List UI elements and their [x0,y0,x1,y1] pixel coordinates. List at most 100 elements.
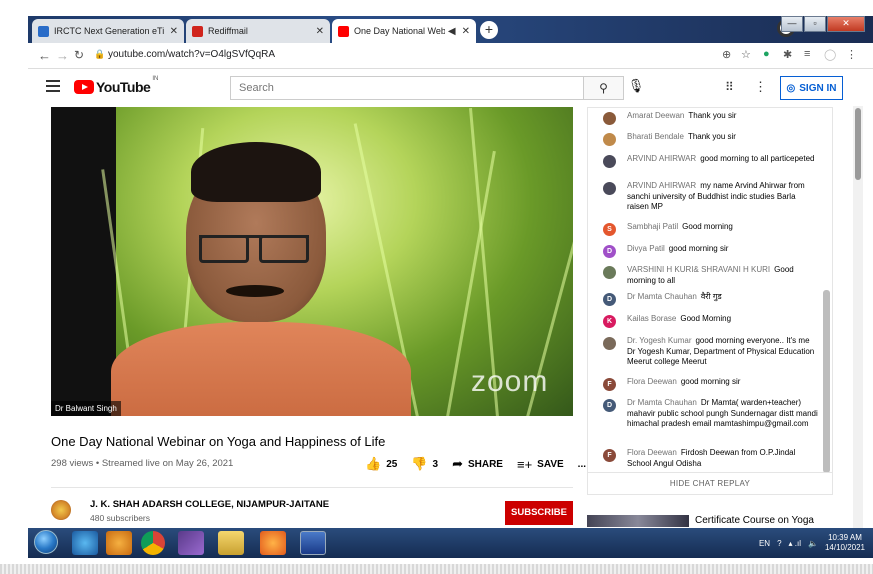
chat-message-text: Dr. Yogesh Kumar good morning everyone.. … [627,336,818,368]
chat-avatar[interactable]: K [603,315,616,328]
chat-author: Amarat Deewan [627,111,685,120]
chat-author: Dr Mamta Chauhan [627,398,697,407]
search-icon: ⚲ [599,81,608,95]
media-player-icon[interactable] [106,531,132,555]
close-icon[interactable]: ✕ [462,26,470,37]
window-controls: — ▫ ✕ [781,16,865,32]
back-arrow-icon[interactable]: ← [38,48,51,63]
chrome-icon[interactable] [141,531,165,555]
channel-name[interactable]: J. K. SHAH ADARSH COLLEGE, NIJAMPUR-JAIT… [90,499,329,510]
chat-avatar[interactable] [603,112,616,125]
search-button[interactable]: ⚲ [584,76,624,100]
chat-author: Flora Deewan [627,377,677,386]
youtube-logo[interactable]: YouTube IN [74,76,159,95]
chat-body: good morning sir [680,377,741,386]
chat-message: S Sambhaji Patil Good morning [603,222,818,236]
new-tab-button[interactable]: + [480,21,498,39]
chat-scrollbar[interactable] [823,290,830,473]
related-video-thumbnail[interactable] [587,515,689,527]
help-icon[interactable]: ? [777,539,781,548]
chat-avatar[interactable]: D [603,293,616,306]
related-video-title[interactable]: Certificate Course on Yoga [695,515,814,526]
chat-message-text: ARVIND AHIRWAR good morning to all partic… [627,154,815,168]
channel-avatar[interactable] [51,500,71,520]
hide-chat-replay-button[interactable]: HIDE CHAT REPLAY [588,472,832,494]
window-close-button[interactable]: ✕ [827,16,865,32]
chat-message: ARVIND AHIRWAR good morning to all partic… [603,154,818,168]
chat-avatar[interactable] [603,155,616,168]
volume-icon[interactable]: 🔈 [808,539,818,548]
hamburger-menu-icon[interactable] [46,80,60,92]
apps-grid-icon[interactable]: ⠿ [725,80,734,94]
sign-in-button[interactable]: ◎ SIGN IN [780,76,843,100]
chat-avatar[interactable]: F [603,449,616,462]
chat-author: Flora Deewan [627,448,677,457]
chat-avatar[interactable]: D [603,399,616,412]
settings-more-icon[interactable]: ⋮ [754,79,767,95]
network-signal-icon[interactable]: ▴ .ıl [789,539,801,548]
chat-avatar[interactable]: S [603,223,616,236]
close-icon[interactable]: ✕ [316,26,324,37]
chat-message-text: Dr Mamta Chauhan Dr Mamta( warden+teacher… [627,398,818,430]
subscriber-count: 480 subscribers [90,513,151,523]
start-button[interactable] [34,530,58,554]
country-code: IN [152,76,159,82]
tab-rediffmail[interactable]: Rediffmail ✕ [186,19,330,43]
bookmark-star-icon[interactable]: ☆ [741,48,751,61]
screen: { "browser": { "tabs": [ {"label": "IRCT… [0,0,873,574]
subscribe-button[interactable]: SUBSCRIBE [505,501,573,525]
share-button[interactable]: ➦ SHARE [452,456,503,472]
video-meta: 298 views • Streamed live on May 26, 202… [51,458,234,469]
presenter-glasses [199,235,309,263]
chat-message: F Flora Deewan good morning sir [603,377,818,391]
close-icon[interactable]: ✕ [170,26,178,37]
save-button[interactable]: ≡+ SAVE [517,457,564,472]
more-actions-button[interactable]: ... [578,459,586,470]
chat-avatar[interactable] [603,182,616,195]
minimize-button[interactable]: — [781,16,803,32]
account-icon[interactable]: ◯ [824,48,836,61]
internet-explorer-icon[interactable] [72,531,98,555]
chat-avatar[interactable]: D [603,245,616,258]
url-field[interactable]: youtube.com/watch?v=O4lgSVfQqRA [108,49,275,60]
chat-message-text: Flora Deewan good morning sir [627,377,740,391]
browser-menu-icon[interactable]: ⋮ [846,48,857,61]
presenter-moustache [226,285,284,297]
chat-avatar[interactable]: F [603,378,616,391]
app-icon[interactable] [178,531,204,555]
playlist-add-icon: ≡+ [516,456,533,472]
clock-date: 14/10/2021 [824,543,865,552]
reading-list-icon[interactable]: ≡ [804,48,810,60]
tab-irctc[interactable]: IRCTC Next Generation eTicketing ✕ [32,19,184,43]
like-button[interactable]: 👍 25 [365,456,397,472]
chat-avatar[interactable] [603,266,616,279]
clock[interactable]: 10:39 AM 14/10/2021 [825,533,865,553]
thumbs-up-icon: 👍 [365,456,382,471]
puzzle-icon[interactable]: ✱ [783,48,792,61]
install-icon[interactable]: ⊕ [722,48,731,61]
firefox-icon[interactable] [260,531,286,555]
reload-icon[interactable]: ↻ [74,48,84,62]
extension-icon[interactable]: ● [763,48,770,60]
chat-avatar[interactable] [603,133,616,146]
presenter-hair [191,142,321,202]
chat-body: good morning to all particepeted [700,154,815,163]
search-input[interactable] [230,76,584,100]
page-scrollbar-thumb[interactable] [855,108,861,180]
language-indicator[interactable]: EN [759,539,770,548]
rediffmail-favicon-icon [192,25,203,37]
chat-message-text: Bharati Bendale Thank you sir [627,132,736,146]
lock-icon[interactable]: 🔒 [94,49,105,60]
chat-author: Kailas Borase [627,314,677,323]
maximize-button[interactable]: ▫ [804,16,826,32]
voice-search-mic-icon[interactable]: 🎙 [626,78,646,98]
chat-avatar[interactable] [603,337,616,350]
video-player[interactable]: zoom Dr Balwant Singh [51,107,573,416]
file-explorer-icon[interactable] [218,531,244,555]
chat-author: Dr Mamta Chauhan [627,292,697,301]
word-icon[interactable] [300,531,326,555]
dislike-button[interactable]: 👎 3 [411,456,438,472]
forward-arrow-icon[interactable]: → [56,48,69,63]
tab-youtube-webinar[interactable]: One Day National Webinar on ◀ ✕ [332,19,476,43]
chat-message-text: Amarat Deewan Thank you sir [627,111,736,125]
